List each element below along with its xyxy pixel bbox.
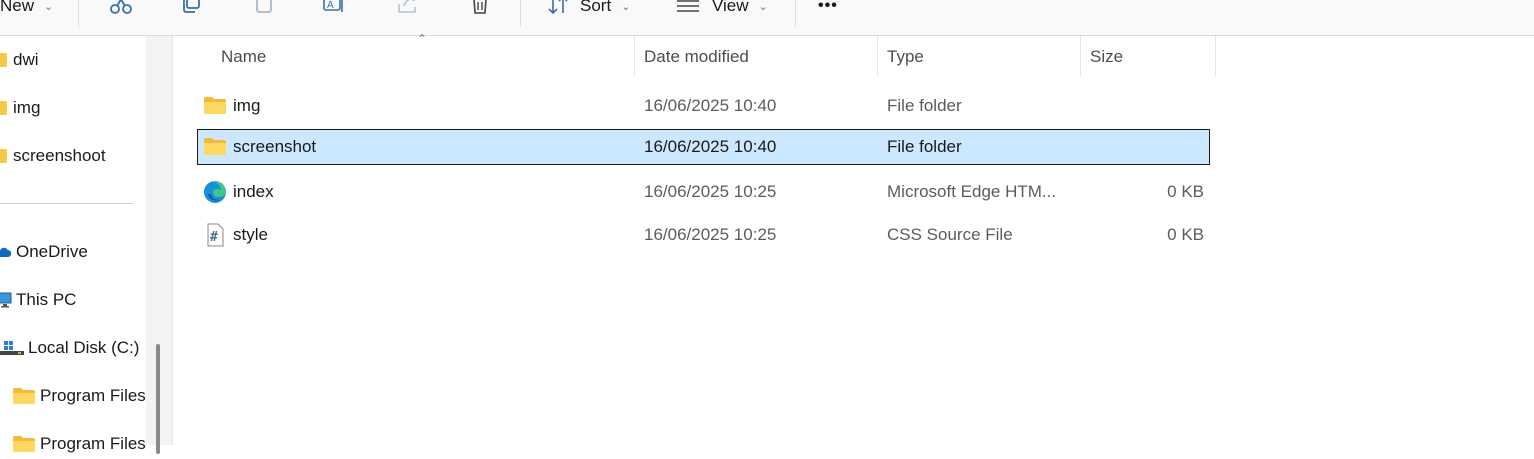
file-date: 16/06/2025 10:40 xyxy=(644,96,777,115)
trash-icon xyxy=(473,0,487,14)
file-type: CSS Source File xyxy=(887,225,1013,244)
chevron-down-icon: ⌄ xyxy=(621,0,631,13)
sort-ascending-icon: ⌃ xyxy=(417,32,428,46)
share-icon xyxy=(398,0,416,13)
column-date-label: Date modified xyxy=(644,47,749,66)
drive-icon xyxy=(0,341,24,355)
nav-item-screenshoot[interactable]: screenshoot xyxy=(0,141,106,171)
file-row-index[interactable]: index 16/06/2025 10:25 Microsoft Edge HT… xyxy=(197,174,1210,210)
monitor-icon xyxy=(0,292,12,308)
rename-button[interactable]: A xyxy=(322,0,348,18)
folder-icon xyxy=(0,149,7,163)
column-separator[interactable] xyxy=(634,36,635,76)
column-header-type[interactable]: Type xyxy=(887,36,924,78)
nav-item-label: This PC xyxy=(16,290,77,309)
file-name: screenshot xyxy=(233,137,317,156)
toolbar-divider xyxy=(795,0,796,27)
share-button[interactable] xyxy=(395,0,421,18)
column-name-label: Name xyxy=(221,47,267,66)
svg-text:#: # xyxy=(210,230,218,245)
file-name: style xyxy=(233,225,268,244)
file-type: File folder xyxy=(887,137,962,156)
file-type: File folder xyxy=(887,96,962,115)
column-type-label: Type xyxy=(887,47,924,66)
file-size: 0 KB xyxy=(1167,225,1204,244)
more-options-button[interactable]: ••• xyxy=(818,0,838,21)
more-icon: ••• xyxy=(818,0,838,14)
nav-item-this-pc[interactable]: This PC xyxy=(0,285,76,315)
file-name: index xyxy=(233,182,274,201)
folder-icon xyxy=(13,436,35,452)
chevron-down-icon: ⌄ xyxy=(758,0,768,13)
column-header-date[interactable]: Date modified xyxy=(644,36,749,78)
nav-item-label: Program Files xyxy=(40,434,146,453)
view-button[interactable]: View ⌄ xyxy=(676,0,768,21)
file-date: 16/06/2025 10:25 xyxy=(644,225,777,244)
column-separator[interactable] xyxy=(1080,36,1081,76)
column-header-size[interactable]: Size xyxy=(1090,36,1123,78)
file-row-screenshot[interactable]: screenshot 16/06/2025 10:40 File folder xyxy=(197,129,1210,165)
nav-item-onedrive[interactable]: OneDrive xyxy=(0,237,88,267)
file-date: 16/06/2025 10:25 xyxy=(644,182,777,201)
svg-text:A: A xyxy=(327,0,334,11)
column-separator[interactable] xyxy=(1215,36,1216,76)
view-label: View xyxy=(712,0,749,15)
file-size: 0 KB xyxy=(1167,182,1204,201)
nav-item-img[interactable]: img xyxy=(0,93,40,123)
nav-scrollbar-thumb[interactable] xyxy=(156,344,160,454)
toolbar-divider xyxy=(78,0,79,27)
navigation-pane: dwi img screenshoot OneDrive This PC Loc… xyxy=(0,36,146,453)
column-header-name[interactable]: Name xyxy=(221,36,266,78)
chevron-down-icon: ⌄ xyxy=(44,0,54,13)
view-list-icon xyxy=(677,0,699,12)
paste-icon xyxy=(256,0,272,13)
column-size-label: Size xyxy=(1090,47,1124,66)
nav-item-dwi[interactable]: dwi xyxy=(0,45,39,75)
copy-icon xyxy=(183,0,200,13)
file-list: ⌃ Name Date modified Type Size img 16/06… xyxy=(172,32,1534,445)
nav-scrollbar[interactable] xyxy=(146,36,173,454)
css-file-icon: # xyxy=(207,223,224,247)
nav-item-label: dwi xyxy=(13,50,39,69)
nav-item-program-files-x86[interactable]: Program Files xyxy=(12,429,146,459)
toolbar-divider xyxy=(520,0,521,27)
scissors-icon xyxy=(110,0,132,14)
file-row-style[interactable]: # style 16/06/2025 10:25 CSS Source File… xyxy=(197,217,1210,253)
command-bar: New ⌄ A Sort ⌄ View ⌄ ••• xyxy=(0,0,1534,36)
folder-icon xyxy=(13,388,35,404)
sort-button[interactable]: Sort ⌄ xyxy=(548,0,630,21)
nav-item-local-disk[interactable]: Local Disk (C:) xyxy=(0,333,139,363)
nav-item-program-files[interactable]: Program Files xyxy=(12,381,146,411)
folder-icon xyxy=(0,53,7,67)
cut-button[interactable] xyxy=(108,0,134,18)
paste-button[interactable] xyxy=(251,0,277,18)
rename-icon: A xyxy=(323,0,343,12)
cloud-icon xyxy=(0,247,11,257)
nav-item-label: img xyxy=(13,98,41,117)
sort-icon xyxy=(548,0,568,15)
file-date: 16/06/2025 10:40 xyxy=(644,137,777,156)
new-button[interactable]: New ⌄ xyxy=(0,0,53,21)
nav-item-label: Local Disk (C:) xyxy=(28,338,140,357)
delete-button[interactable] xyxy=(467,0,493,18)
new-label: New xyxy=(0,0,35,15)
file-name: img xyxy=(233,96,261,115)
folder-icon xyxy=(204,97,226,114)
nav-item-label: screenshoot xyxy=(13,146,106,165)
folder-icon xyxy=(204,138,226,155)
folder-icon xyxy=(0,101,7,115)
file-row-img[interactable]: img 16/06/2025 10:40 File folder xyxy=(197,88,1210,124)
sort-label: Sort xyxy=(580,0,612,15)
nav-item-label: Program Files xyxy=(40,386,146,405)
nav-item-label: OneDrive xyxy=(16,242,88,261)
edge-icon xyxy=(204,181,226,203)
copy-button[interactable] xyxy=(178,0,204,18)
file-type: Microsoft Edge HTM... xyxy=(887,182,1057,201)
column-separator[interactable] xyxy=(877,36,878,76)
nav-divider xyxy=(0,203,133,204)
